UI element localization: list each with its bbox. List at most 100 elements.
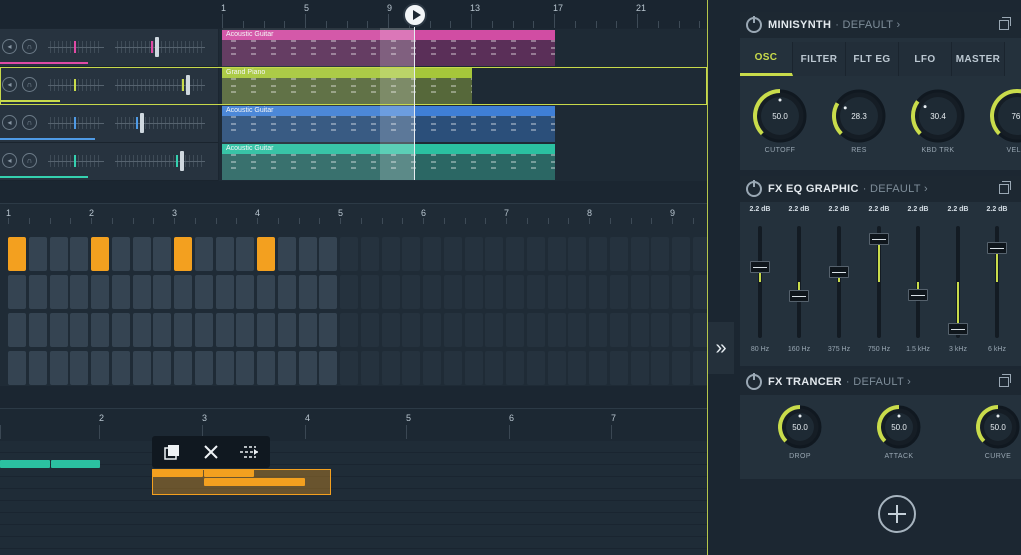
step-pad[interactable] — [215, 313, 234, 347]
step-pad[interactable] — [589, 351, 607, 385]
step-pad[interactable] — [651, 351, 670, 385]
step-pad[interactable] — [153, 237, 172, 271]
tab-flt-eg[interactable]: FLT EG — [846, 42, 899, 76]
step-pad[interactable] — [8, 275, 26, 309]
note[interactable] — [51, 460, 100, 468]
step-pad[interactable] — [692, 313, 707, 347]
step-pad[interactable] — [194, 275, 213, 309]
step-pad[interactable] — [443, 237, 462, 271]
pan-slider-track[interactable] — [115, 161, 205, 162]
step-pad[interactable] — [568, 313, 587, 347]
step-pad[interactable] — [402, 275, 421, 309]
step-pad[interactable] — [174, 275, 192, 309]
volume-slider-track[interactable] — [48, 161, 104, 162]
eq-slider-thumb[interactable] — [908, 289, 928, 302]
step-pad[interactable] — [70, 351, 89, 385]
step-pad[interactable] — [506, 313, 524, 347]
piano-roll-lanes[interactable] — [0, 441, 707, 555]
step-pad[interactable] — [153, 351, 172, 385]
step-pad[interactable] — [236, 275, 255, 309]
duplicate-icon[interactable] — [999, 374, 1011, 387]
step-pad[interactable] — [506, 351, 524, 385]
step-pad[interactable] — [609, 351, 628, 385]
eq-slider-thumb[interactable] — [789, 290, 809, 303]
step-pad[interactable] — [174, 351, 192, 385]
tab-master[interactable]: MASTER — [952, 42, 1005, 76]
step-pad[interactable] — [277, 313, 296, 347]
step-pad[interactable] — [257, 275, 275, 309]
step-pad[interactable] — [319, 237, 338, 271]
step-pad[interactable] — [153, 313, 172, 347]
volume-slider-track[interactable] — [48, 123, 104, 124]
eq-slider-thumb[interactable] — [869, 233, 889, 246]
step-pad[interactable] — [257, 351, 275, 385]
step-pad[interactable] — [692, 351, 707, 385]
step-pad[interactable] — [381, 237, 400, 271]
eq-slider-track[interactable] — [837, 226, 841, 338]
step-pad[interactable] — [692, 275, 707, 309]
step-pad[interactable] — [672, 313, 690, 347]
pan-slider-thumb[interactable] — [155, 37, 159, 57]
step-pad[interactable] — [277, 275, 296, 309]
step-pad[interactable] — [236, 237, 255, 271]
headphones-icon[interactable]: ∩ — [22, 115, 37, 130]
step-pad[interactable] — [215, 275, 234, 309]
pan-slider-thumb[interactable] — [186, 75, 190, 95]
knob[interactable]: 30.4 KBD TRK — [908, 88, 968, 154]
step-pad[interactable] — [91, 313, 109, 347]
knob[interactable]: 50.0 ATTACK — [869, 404, 929, 460]
step-pad[interactable] — [132, 237, 151, 271]
step-pad[interactable] — [277, 351, 296, 385]
step-pad[interactable] — [464, 275, 483, 309]
step-pad[interactable] — [485, 351, 504, 385]
step-pad[interactable] — [423, 351, 441, 385]
step-pad[interactable] — [672, 237, 690, 271]
step-pad[interactable] — [174, 313, 192, 347]
step-pad[interactable] — [651, 275, 670, 309]
power-icon[interactable] — [746, 373, 762, 390]
step-pad[interactable] — [609, 237, 628, 271]
step-pad[interactable] — [28, 237, 47, 271]
volume-slider-track[interactable] — [48, 47, 104, 48]
volume-slider-track[interactable] — [48, 85, 104, 86]
step-pad[interactable] — [132, 275, 151, 309]
step-pad[interactable] — [111, 275, 130, 309]
step-pad[interactable] — [70, 313, 89, 347]
step-pad[interactable] — [360, 237, 379, 271]
step-pad[interactable] — [630, 313, 649, 347]
step-pad[interactable] — [651, 237, 670, 271]
step-pad[interactable] — [547, 313, 566, 347]
step-pad[interactable] — [215, 351, 234, 385]
step-pad[interactable] — [630, 351, 649, 385]
step-pad[interactable] — [340, 237, 358, 271]
eq-slider-track[interactable] — [758, 226, 762, 338]
step-pad[interactable] — [526, 275, 545, 309]
step-pad[interactable] — [340, 275, 358, 309]
step-pad[interactable] — [651, 313, 670, 347]
step-pad[interactable] — [609, 275, 628, 309]
trancer-preset[interactable]: · DEFAULT › — [846, 376, 911, 388]
step-pad[interactable] — [443, 351, 462, 385]
step-pad[interactable] — [423, 313, 441, 347]
note[interactable] — [204, 469, 254, 477]
eq-slider-thumb[interactable] — [948, 322, 968, 335]
step-pad[interactable] — [28, 275, 47, 309]
duplicate-icon[interactable] — [999, 181, 1011, 194]
step-pad[interactable] — [194, 351, 213, 385]
volume-icon[interactable]: ◂ — [2, 115, 17, 130]
step-pad[interactable] — [630, 275, 649, 309]
step-pad[interactable] — [174, 237, 192, 271]
minisynth-preset[interactable]: · DEFAULT › — [835, 19, 900, 31]
step-pad[interactable] — [277, 237, 296, 271]
step-pad[interactable] — [91, 275, 109, 309]
pan-slider-track[interactable] — [115, 85, 205, 86]
step-pad[interactable] — [236, 351, 255, 385]
step-pad[interactable] — [319, 275, 338, 309]
step-pad[interactable] — [215, 237, 234, 271]
step-pad[interactable] — [28, 351, 47, 385]
step-pad[interactable] — [464, 351, 483, 385]
step-pad[interactable] — [485, 275, 504, 309]
delete-button[interactable] — [197, 438, 225, 466]
step-pad[interactable] — [70, 275, 89, 309]
headphones-icon[interactable]: ∩ — [22, 77, 37, 92]
